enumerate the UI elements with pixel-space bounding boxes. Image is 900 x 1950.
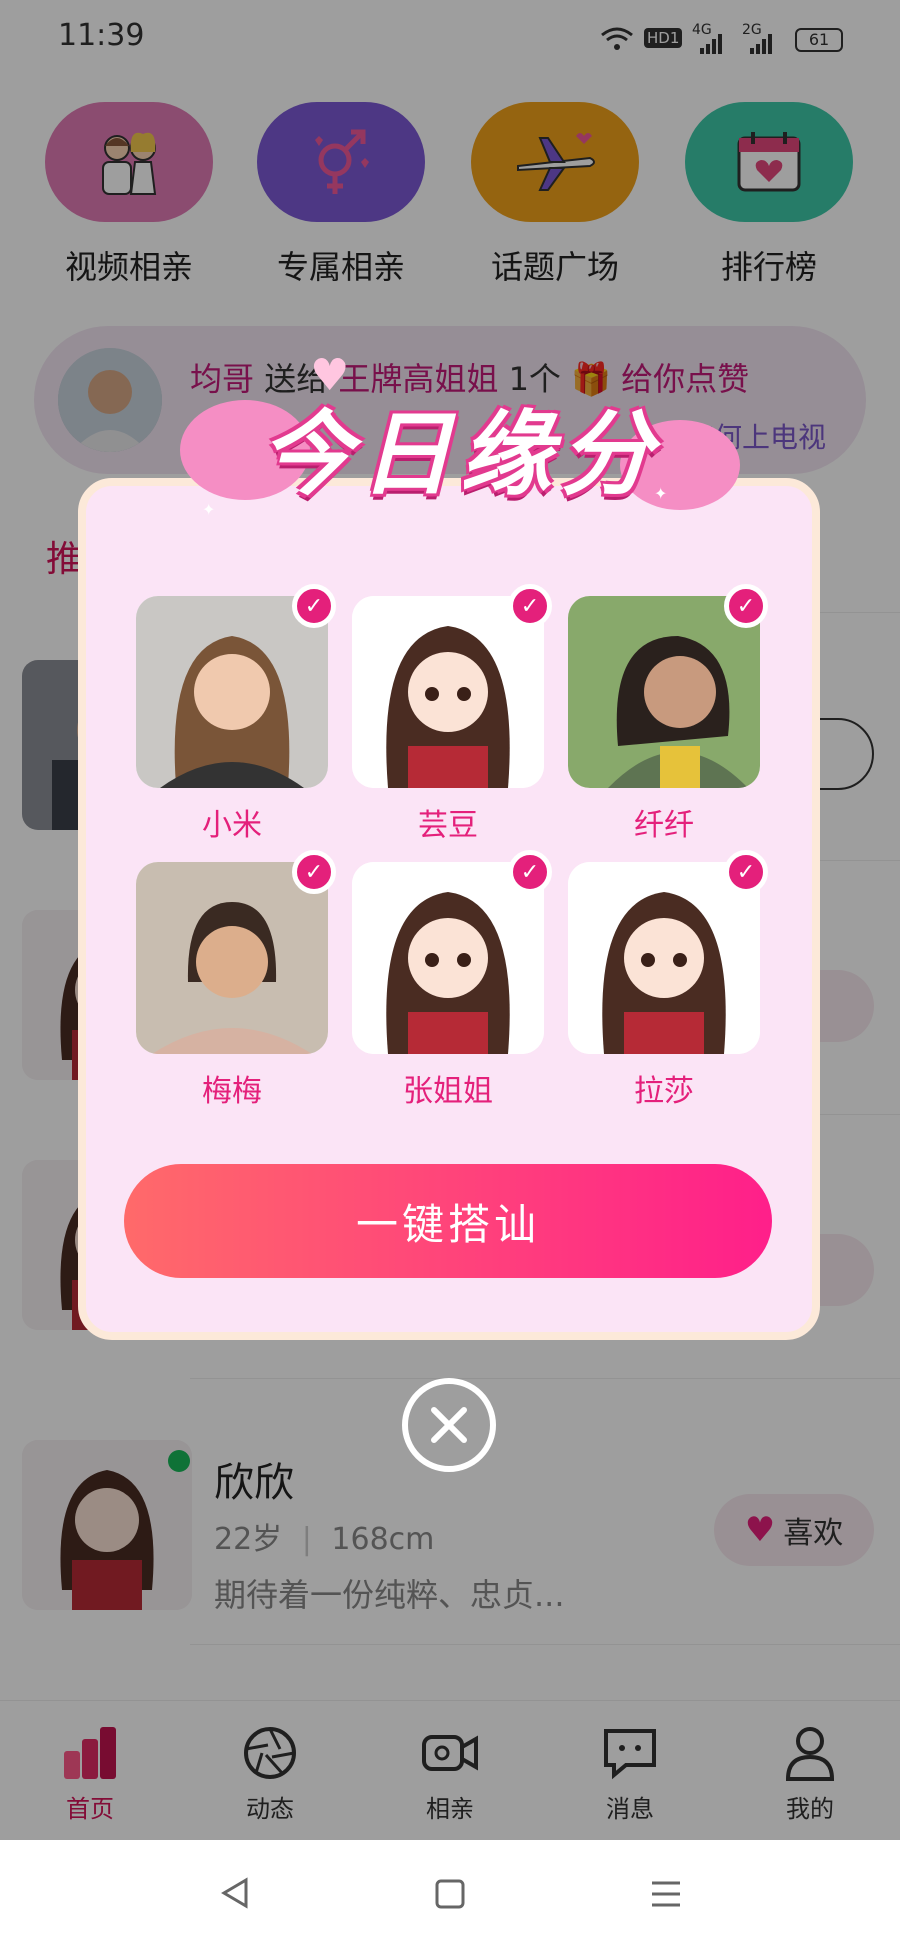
checkmark-icon[interactable]: ✓	[508, 850, 552, 894]
checkmark-icon[interactable]: ✓	[724, 850, 768, 894]
home-square-icon[interactable]	[434, 1878, 466, 1914]
checkmark-icon[interactable]: ✓	[508, 584, 552, 628]
match-name: 小米	[202, 808, 262, 843]
close-icon[interactable]	[402, 1378, 496, 1472]
back-triangle-icon[interactable]	[218, 1876, 252, 1914]
match-name: 张姐姐	[403, 1074, 493, 1109]
menu-lines-icon[interactable]	[650, 1878, 682, 1914]
match-card-photo[interactable]	[136, 596, 328, 788]
system-nav-bar	[0, 1840, 900, 1950]
match-name: 梅梅	[202, 1074, 262, 1109]
match-name: 拉莎	[634, 1074, 694, 1109]
sparkle-icon: ✦	[202, 500, 216, 519]
match-name: 纤纤	[634, 808, 694, 843]
checkmark-icon[interactable]: ✓	[292, 584, 336, 628]
one-click-greet-button[interactable]: 一键搭讪	[124, 1164, 772, 1278]
match-card-photo[interactable]	[136, 862, 328, 1054]
modal-title: 今日缘分	[259, 401, 660, 508]
match-card-photo[interactable]	[568, 596, 760, 788]
modal-title-banner: ♥ ✦ ✦ 今日缘分	[180, 350, 740, 530]
match-card-photo[interactable]	[352, 596, 544, 788]
match-name: 芸豆	[418, 808, 478, 843]
match-card-photo[interactable]	[352, 862, 544, 1054]
checkmark-icon[interactable]: ✓	[292, 850, 336, 894]
checkmark-icon[interactable]: ✓	[724, 584, 768, 628]
match-card-photo[interactable]	[568, 862, 760, 1054]
